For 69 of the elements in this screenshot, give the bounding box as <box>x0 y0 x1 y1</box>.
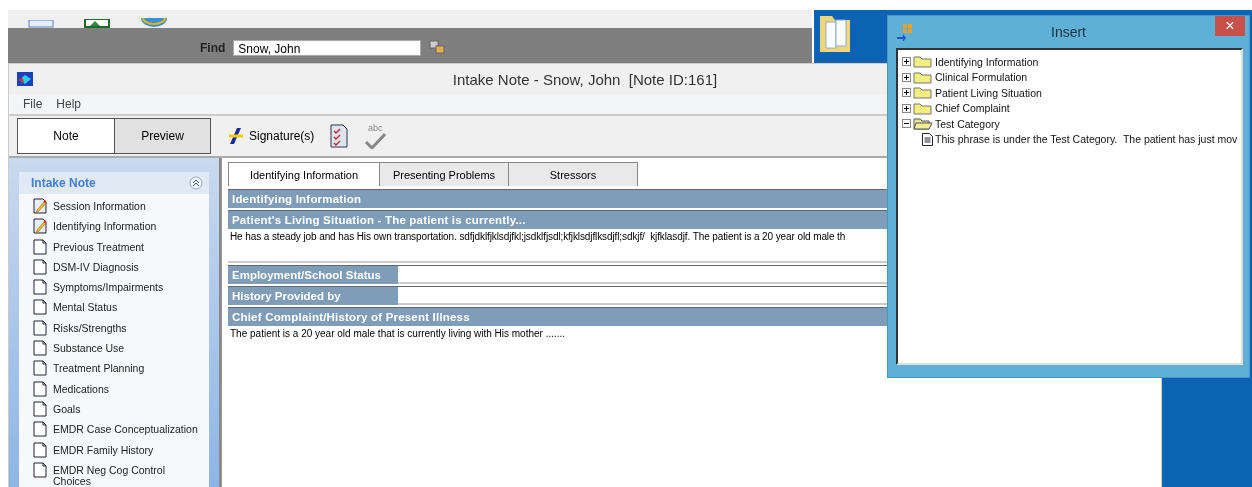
sidebar-item[interactable]: EMDR Family History <box>53 441 203 456</box>
view-tab[interactable]: Preview <box>114 119 210 153</box>
collapse-icon[interactable] <box>902 119 911 129</box>
signature-button[interactable]: Signature(s) <box>227 127 315 145</box>
sidebar-item[interactable]: DSM-IV Diagnosis <box>53 258 203 273</box>
page-icon <box>33 279 47 296</box>
tree-item[interactable]: Test Category <box>935 117 1000 130</box>
field-label: Employment/School Status <box>228 266 398 284</box>
edit-page-icon <box>33 198 47 214</box>
document-icon <box>922 132 933 146</box>
tree-item[interactable]: Identifying Information <box>935 55 1039 68</box>
page-icon <box>33 360 47 377</box>
sidebar-item[interactable]: Symptoms/Impairments <box>53 279 203 294</box>
page-icon <box>33 340 47 357</box>
tree-item[interactable]: Clinical Formulation <box>935 71 1028 84</box>
tab[interactable]: Stressors <box>508 162 638 186</box>
app-icon <box>17 72 33 86</box>
page-icon <box>33 299 47 316</box>
sidebar-item[interactable]: Mental Status <box>53 299 203 314</box>
sidebar-item[interactable]: Previous Treatment <box>53 238 203 253</box>
sidebar-item[interactable]: Identifying Information <box>53 218 203 233</box>
edit-page-icon <box>33 218 47 235</box>
sidebar-item[interactable]: Substance Use <box>53 340 203 355</box>
page-icon <box>33 461 47 478</box>
view-tab[interactable]: Note <box>18 119 114 153</box>
sidebar-item[interactable]: EMDR Case Conceptualization <box>53 421 203 436</box>
sidebar-item[interactable]: Goals <box>53 400 203 415</box>
page-icon <box>33 238 47 255</box>
close-button[interactable]: × <box>1215 16 1245 36</box>
tree-item[interactable]: Patient Living Situation <box>935 86 1042 99</box>
sidebar-item[interactable]: Treatment Planning <box>53 360 203 375</box>
window-title: Intake Note - Snow, John [Note ID:161] <box>452 70 718 88</box>
sidebar-item[interactable]: Session Information <box>53 198 203 212</box>
dialog-title: Insert <box>1051 24 1086 40</box>
globe-icon[interactable] <box>140 18 168 28</box>
folder-icon <box>913 70 933 84</box>
sidebar-item[interactable]: Medications <box>53 380 203 395</box>
expand-icon[interactable] <box>902 57 911 67</box>
insert-icon <box>896 23 914 41</box>
folder-icon <box>913 101 933 115</box>
page-icon <box>33 319 47 336</box>
tree-item[interactable]: Chief Complaint <box>935 102 1010 115</box>
menu-item[interactable]: File <box>23 97 43 111</box>
checklist-icon[interactable] <box>330 124 349 148</box>
lookup-icon[interactable] <box>429 40 448 56</box>
page-icon <box>33 441 47 458</box>
signature-icon <box>227 127 245 145</box>
sidebar-item[interactable]: Risks/Strengths <box>53 319 203 334</box>
panel-title: Intake Note <box>31 176 96 190</box>
tab[interactable]: Identifying Information <box>228 162 380 186</box>
page-icon <box>33 258 47 275</box>
expand-icon[interactable] <box>902 103 911 113</box>
field-label: History Provided by <box>228 287 398 305</box>
page-icon <box>33 380 47 397</box>
tab[interactable]: Presenting Problems <box>379 162 509 186</box>
tree-item[interactable]: This phrase is under the Test Category. The patient has just mov <box>935 133 1238 146</box>
menu-item[interactable]: Help <box>56 97 82 111</box>
page-icon <box>33 421 47 438</box>
search-field[interactable]: Snow, John <box>233 40 422 56</box>
expand-icon[interactable] <box>902 72 911 82</box>
sidebar-item[interactable]: EMDR Neg Cog Control Choices <box>53 461 203 487</box>
page-icon <box>33 400 47 417</box>
expand-icon[interactable] <box>902 88 911 98</box>
folder-icon <box>913 55 933 69</box>
spreadsheet-icon[interactable] <box>84 19 110 28</box>
find-label: Find <box>200 41 226 55</box>
collapse-icon[interactable] <box>189 176 203 190</box>
folder-icon <box>913 86 933 100</box>
open-folder-icon <box>913 117 933 131</box>
